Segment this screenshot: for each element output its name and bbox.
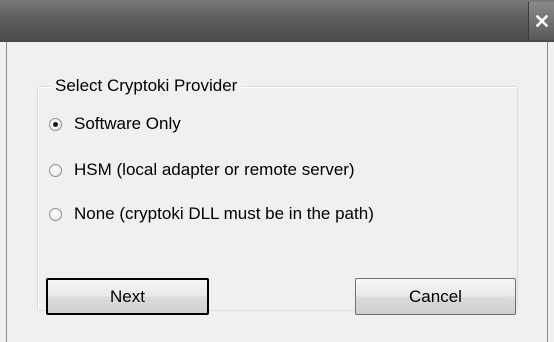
radio-button-none[interactable]	[49, 207, 62, 221]
group-legend: Select Cryptoki Provider	[51, 75, 242, 97]
next-button[interactable]: Next	[46, 278, 209, 315]
close-button[interactable]	[528, 2, 554, 40]
dialog-window: Select Cryptoki Provider Software Only H…	[0, 0, 554, 342]
radio-button-hsm[interactable]	[49, 163, 62, 177]
radio-button-software-only[interactable]	[49, 117, 62, 131]
close-icon	[535, 15, 548, 27]
cancel-button[interactable]: Cancel	[355, 278, 516, 315]
radio-software-only[interactable]: Software Only	[49, 114, 181, 134]
dialog-body: Select Cryptoki Provider Software Only H…	[6, 42, 548, 342]
radio-hsm[interactable]: HSM (local adapter or remote server)	[49, 160, 355, 180]
radio-label-hsm: HSM (local adapter or remote server)	[74, 160, 355, 179]
title-bar[interactable]	[0, 0, 554, 42]
radio-label-software-only: Software Only	[74, 114, 181, 133]
radio-label-none: None (cryptoki DLL must be in the path)	[74, 204, 374, 223]
radio-none[interactable]: None (cryptoki DLL must be in the path)	[49, 204, 374, 224]
